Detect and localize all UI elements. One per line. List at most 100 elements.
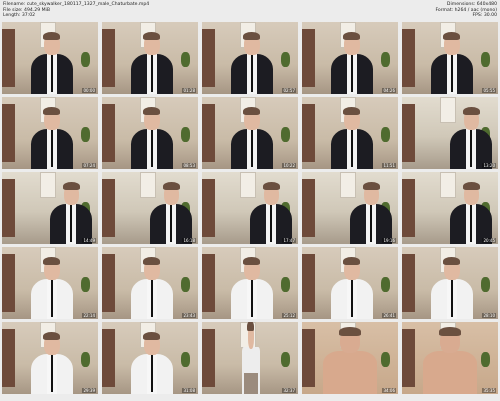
video-thumbnail[interactable]: 04:26	[302, 22, 398, 94]
video-thumbnail[interactable]: 26:41	[302, 247, 398, 319]
tie	[469, 130, 473, 167]
tie	[450, 55, 454, 92]
plant	[380, 352, 391, 367]
video-thumbnail[interactable]: 22:14	[2, 247, 98, 319]
timestamp-label: 29:39	[82, 388, 96, 393]
video-thumbnail[interactable]: 28:10	[402, 247, 498, 319]
person-hair	[143, 331, 161, 341]
video-thumbnail[interactable]: 31:08	[102, 322, 198, 394]
timestamp-label: 25:12	[282, 313, 296, 318]
tie	[50, 280, 54, 317]
timestamp-label: 05:55	[482, 88, 496, 93]
tie	[450, 280, 454, 317]
person-figure	[323, 327, 377, 394]
tie	[150, 355, 154, 392]
tie	[350, 55, 354, 92]
plant	[180, 127, 191, 142]
video-thumbnail[interactable]: 07:24	[2, 97, 98, 169]
person-figure	[130, 31, 174, 94]
tie	[50, 355, 54, 392]
plant	[380, 127, 391, 142]
length-text: Length: 37:02	[3, 13, 36, 19]
video-thumbnail[interactable]: 19:16	[302, 172, 398, 244]
video-thumbnail[interactable]: 32:37	[202, 322, 298, 394]
person-hair	[43, 31, 61, 41]
timestamp-label: 16:18	[182, 238, 196, 243]
plant	[280, 127, 291, 142]
door	[402, 254, 416, 312]
tie	[250, 280, 254, 317]
person-hair	[343, 256, 361, 266]
timestamp-label: 02:57	[282, 88, 296, 93]
door	[302, 29, 316, 87]
person-figure	[242, 322, 260, 394]
person-figure	[430, 31, 474, 94]
timestamp-label: 00:00	[82, 88, 96, 93]
file-info-left: Filename: cute_skywalker_180117_1327_mal…	[3, 2, 149, 19]
video-thumbnail[interactable]: 16:18	[102, 172, 198, 244]
video-thumbnail[interactable]: 34:06	[302, 322, 398, 394]
person-hair	[243, 106, 261, 116]
person-figure	[330, 256, 374, 319]
video-thumbnail[interactable]: 25:12	[202, 247, 298, 319]
tie	[150, 55, 154, 92]
plant	[180, 277, 191, 292]
person-figure	[230, 106, 274, 169]
plant	[280, 52, 291, 67]
person-hair	[243, 256, 261, 266]
timestamp-label: 28:10	[482, 313, 496, 318]
timestamp-label: 17:47	[282, 238, 296, 243]
video-thumbnail[interactable]: 00:00	[2, 22, 98, 94]
door	[102, 179, 116, 237]
video-thumbnail[interactable]: 20:45	[402, 172, 498, 244]
door	[102, 104, 116, 162]
plant	[80, 277, 91, 292]
door	[2, 179, 16, 237]
door	[302, 104, 316, 162]
door	[2, 254, 16, 312]
video-thumbnail[interactable]: 29:39	[2, 322, 98, 394]
person-hair	[262, 181, 280, 191]
timestamp-label: 13:20	[482, 163, 496, 168]
person-figure	[450, 106, 493, 169]
video-thumbnail[interactable]: 17:47	[202, 172, 298, 244]
door	[102, 254, 116, 312]
person-hair	[43, 106, 61, 116]
video-thumbnail[interactable]: 02:57	[202, 22, 298, 94]
plant	[80, 127, 91, 142]
person-figure	[150, 181, 193, 244]
plant	[180, 52, 191, 67]
video-thumbnail[interactable]: 10:22	[202, 97, 298, 169]
door	[402, 104, 416, 162]
person-hair	[339, 327, 361, 337]
video-thumbnail[interactable]: 08:53	[102, 97, 198, 169]
video-thumbnail[interactable]: 14:49	[2, 172, 98, 244]
legs	[244, 372, 258, 394]
door	[402, 179, 416, 237]
door	[202, 104, 216, 162]
video-thumbnail[interactable]: 01:28	[102, 22, 198, 94]
person-figure	[30, 106, 74, 169]
timestamp-label: 26:41	[382, 313, 396, 318]
tie	[50, 130, 54, 167]
door	[402, 29, 416, 87]
timestamp-label: 23:43	[182, 313, 196, 318]
plant	[80, 52, 91, 67]
timestamp-label: 34:06	[382, 388, 396, 393]
tie	[350, 280, 354, 317]
person-figure	[230, 31, 274, 94]
video-thumbnail[interactable]: 05:55	[402, 22, 498, 94]
door	[302, 179, 316, 237]
video-thumbnail[interactable]: 11:51	[302, 97, 398, 169]
timestamp-label: 31:08	[182, 388, 196, 393]
video-thumbnail[interactable]: 23:43	[102, 247, 198, 319]
thumbnail-grid: 00:00 01:28 02:57 04:26 05:55 07:24 08:5…	[2, 22, 498, 398]
door	[2, 29, 16, 87]
video-thumbnail[interactable]: 35:35	[402, 322, 498, 394]
person-hair	[143, 256, 161, 266]
person-hair	[43, 256, 61, 266]
tie	[150, 280, 154, 317]
person-hair	[343, 31, 361, 41]
person-hair	[439, 327, 461, 337]
video-thumbnail[interactable]: 13:20	[402, 97, 498, 169]
